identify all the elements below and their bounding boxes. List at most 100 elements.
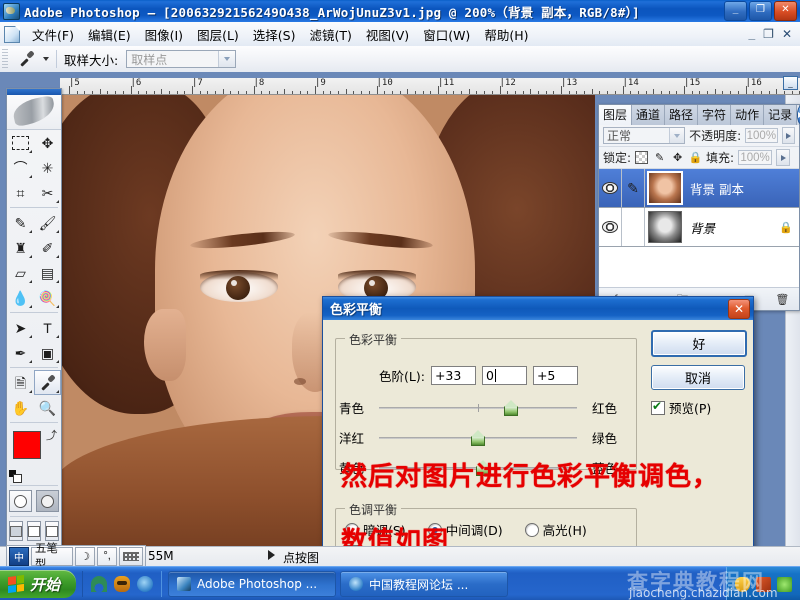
radio-highlights[interactable]: 高光(H) xyxy=(524,520,587,539)
dialog-title-bar[interactable]: 色彩平衡 ✕ xyxy=(323,297,753,320)
taskbar-item-browser[interactable]: 中国教程网论坛 ... xyxy=(340,571,509,597)
ok-button[interactable]: 好 xyxy=(651,330,747,357)
notes-tool[interactable]: 🗎 xyxy=(7,370,34,395)
blend-mode-select[interactable]: 正常 xyxy=(603,127,686,144)
path-selection-tool[interactable]: ➤ xyxy=(7,315,34,340)
standard-mode-button[interactable] xyxy=(9,490,32,512)
layer-name[interactable]: 背景 xyxy=(690,218,715,237)
menu-view[interactable]: 视图(V) xyxy=(359,23,416,46)
magenta-green-input[interactable]: 0 xyxy=(481,366,527,385)
chevron-down-icon[interactable] xyxy=(43,57,49,61)
umbrella-icon[interactable] xyxy=(91,576,108,592)
shape-tool[interactable]: ▣ xyxy=(34,340,61,365)
type-tool[interactable]: T xyxy=(34,315,61,340)
doc-restore-button[interactable]: ❐ xyxy=(761,27,776,41)
fill-slider-button[interactable] xyxy=(776,149,791,166)
chevron-down-icon[interactable] xyxy=(218,51,236,67)
lock-position-icon[interactable]: ✥ xyxy=(671,151,684,164)
menu-help[interactable]: 帮助(H) xyxy=(477,23,535,46)
lock-transparent-icon[interactable] xyxy=(635,151,649,164)
layer-thumbnail[interactable] xyxy=(648,211,682,243)
opacity-slider-button[interactable] xyxy=(781,127,795,144)
ime-punctuation-icon[interactable]: °, xyxy=(97,546,118,566)
shield-icon[interactable] xyxy=(735,576,750,592)
yellow-blue-input[interactable]: +5 xyxy=(532,366,578,385)
history-brush-tool[interactable]: ✐ xyxy=(34,235,61,260)
blur-tool[interactable]: 💧 xyxy=(7,285,34,310)
ime-fullwidth-icon[interactable]: ☽ xyxy=(75,546,96,566)
menu-window[interactable]: 窗口(W) xyxy=(416,23,477,46)
hand-tool[interactable]: ✋ xyxy=(7,395,34,420)
tab-layers[interactable]: 图层 xyxy=(599,105,633,125)
magenta-green-slider[interactable] xyxy=(379,429,577,446)
slice-tool[interactable]: ✂ xyxy=(34,180,61,205)
tab-paths[interactable]: 路径 xyxy=(665,105,699,125)
chevron-down-icon[interactable] xyxy=(669,128,685,143)
cyan-red-slider[interactable] xyxy=(379,399,577,416)
full-screen-menubar-mode-button[interactable] xyxy=(27,521,41,541)
brush-tool[interactable]: 🖌 xyxy=(34,210,61,235)
status-menu-arrow-icon[interactable] xyxy=(268,550,275,560)
slider-thumb[interactable] xyxy=(503,399,518,416)
eyedropper-icon[interactable] xyxy=(14,48,40,70)
menu-image[interactable]: 图像(I) xyxy=(138,23,190,46)
healing-brush-tool[interactable]: ✎ xyxy=(7,210,34,235)
minimize-button[interactable]: _ xyxy=(724,1,747,21)
taskbar-item-photoshop[interactable]: Adobe Photoshop ... xyxy=(168,571,337,597)
standard-screen-mode-button[interactable] xyxy=(9,521,23,541)
network-icon[interactable] xyxy=(756,576,771,592)
menu-select[interactable]: 选择(S) xyxy=(246,23,303,46)
dodge-tool[interactable]: 🍭 xyxy=(34,285,61,310)
lasso-tool[interactable]: ⌒ xyxy=(7,155,34,180)
fill-input[interactable]: 100% xyxy=(738,150,773,165)
eyedropper-tool[interactable] xyxy=(34,370,61,395)
table-row[interactable]: 背景 🔒 xyxy=(599,208,799,247)
quick-mask-mode-button[interactable] xyxy=(36,490,59,512)
dialog-close-button[interactable]: ✕ xyxy=(728,298,750,319)
tiger-icon[interactable] xyxy=(114,576,131,592)
menu-edit[interactable]: 编辑(E) xyxy=(81,23,138,46)
internet-explorer-icon[interactable] xyxy=(137,576,154,592)
move-tool[interactable]: ✥ xyxy=(34,130,61,155)
ime-method-label[interactable]: 五笔型 xyxy=(30,541,74,571)
opacity-input[interactable]: 100% xyxy=(745,128,778,143)
preview-checkbox[interactable] xyxy=(651,399,665,415)
marquee-tool[interactable] xyxy=(7,130,34,155)
layer-link-toggle[interactable]: ✎ xyxy=(622,169,645,207)
doc-close-button[interactable]: ✕ xyxy=(780,27,794,41)
eraser-tool[interactable]: ▱ xyxy=(7,260,34,285)
swap-colors-icon[interactable]: ⤴ xyxy=(46,427,57,443)
delete-layer-icon[interactable]: 🗑 xyxy=(774,291,790,307)
preview-row[interactable]: 预览(P) xyxy=(651,398,743,417)
ime-mode-icon[interactable]: 中 xyxy=(9,546,29,566)
volume-icon[interactable] xyxy=(777,576,792,592)
menu-file[interactable]: 文件(F) xyxy=(25,23,81,46)
tab-character[interactable]: 字符 xyxy=(698,105,732,125)
tab-channels[interactable]: 通道 xyxy=(632,105,666,125)
tab-actions[interactable]: 动作 xyxy=(731,105,765,125)
doc-minimize-button[interactable]: _ xyxy=(746,27,757,41)
layer-link-toggle[interactable] xyxy=(622,208,645,246)
start-button[interactable]: 开始 xyxy=(0,570,77,598)
default-colors-icon[interactable] xyxy=(9,470,22,483)
restore-button[interactable]: ❐ xyxy=(749,1,772,21)
table-row[interactable]: ✎ 背景 副本 xyxy=(599,169,799,208)
options-bar-grip[interactable] xyxy=(2,49,8,69)
pen-tool[interactable]: ✒ xyxy=(7,340,34,365)
sample-size-select[interactable]: 取样点 xyxy=(126,50,237,68)
gradient-tool[interactable]: ▤ xyxy=(34,260,61,285)
menu-filter[interactable]: 滤镜(T) xyxy=(302,23,358,46)
tab-history[interactable]: 记录 xyxy=(764,105,798,125)
image-minimize-button[interactable]: _ xyxy=(783,76,798,90)
menu-layer[interactable]: 图层(L) xyxy=(190,23,246,46)
lock-all-icon[interactable]: 🔒 xyxy=(689,151,703,164)
close-button[interactable]: ✕ xyxy=(774,1,797,21)
layer-visibility-toggle[interactable] xyxy=(599,169,622,207)
zoom-tool[interactable]: 🔍 xyxy=(34,395,61,420)
crop-tool[interactable]: ⌗ xyxy=(7,180,34,205)
full-screen-mode-button[interactable] xyxy=(45,521,59,541)
slider-thumb[interactable] xyxy=(471,429,485,446)
magic-wand-tool[interactable]: ✳ xyxy=(34,155,61,180)
cancel-button[interactable]: 取消 xyxy=(651,365,745,390)
cyan-red-input[interactable]: +33 xyxy=(430,366,476,385)
